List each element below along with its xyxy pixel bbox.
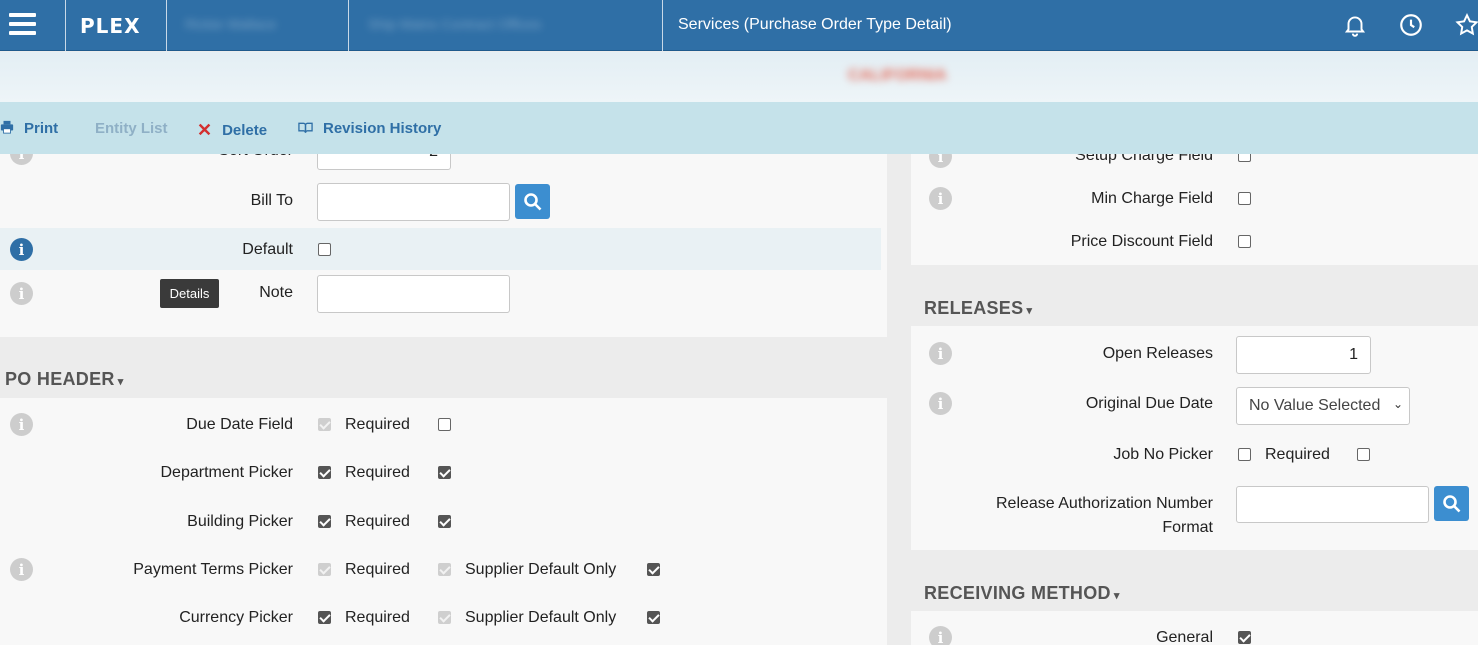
page-title: Services (Purchase Order Type Detail) [678,16,952,33]
search-icon [1442,494,1460,512]
details-tooltip: Details [160,279,219,308]
delete-x-icon: ✕ [197,120,213,140]
po-header-title-text: PO HEADER [5,369,115,389]
entity-list-button[interactable]: Entity List [95,120,168,137]
caret-down-icon: ▾ [1026,305,1033,317]
currency-required-checkbox[interactable] [438,611,451,624]
supplier-default-only-label: Supplier Default Only [465,609,617,626]
release-authorization-input[interactable] [1236,486,1429,523]
info-icon[interactable]: i [929,187,952,210]
min-charge-field-label: Min Charge Field [1091,190,1213,207]
star-icon[interactable] [1452,10,1478,40]
bill-to-label: Bill To [250,192,293,209]
required-label: Required [345,416,410,433]
info-icon[interactable]: i [10,282,33,305]
supplier-default-only-label: Supplier Default Only [465,561,617,578]
department-picker-checkbox[interactable] [318,466,331,479]
required-label: Required [345,513,410,530]
original-due-date-label: Original Due Date [1085,395,1213,412]
job-no-picker-checkbox[interactable] [1238,448,1251,461]
clock-icon[interactable] [1396,10,1426,40]
job-no-picker-label: Job No Picker [1113,446,1213,463]
payment-terms-picker-checkbox[interactable] [318,563,331,576]
currency-picker-label: Currency Picker [179,609,293,626]
payment-terms-required-checkbox[interactable] [438,563,451,576]
required-label: Required [345,609,410,626]
chevron-down-icon: ⌄ [1392,397,1403,411]
releases-title-text: RELEASES [924,298,1024,318]
plex-logo[interactable]: PLEX [80,14,140,38]
department-picker-label: Department Picker [160,464,294,481]
info-icon[interactable]: i [929,342,952,365]
price-discount-field-label: Price Discount Field [1070,233,1213,250]
book-icon [298,121,313,137]
releases-section-title[interactable]: RELEASES ▾ [924,298,1032,319]
general-checkbox[interactable] [1238,631,1251,644]
bill-to-input[interactable] [317,183,510,221]
default-label: Default [242,241,293,258]
bill-to-search-button[interactable] [515,184,550,219]
general-label: General [1156,629,1213,645]
due-date-required-checkbox[interactable] [438,418,451,431]
info-icon[interactable]: i [929,392,952,415]
due-date-field-label: Due Date Field [186,416,293,433]
payment-terms-supplier-default-checkbox[interactable] [647,563,660,576]
entity-list-label: Entity List [95,120,168,137]
job-no-required-checkbox[interactable] [1357,448,1370,461]
department-required-checkbox[interactable] [438,466,451,479]
info-icon[interactable]: i [10,413,33,436]
delete-label: Delete [222,122,268,139]
location-label: CALIFORNIA [848,67,947,84]
user-name[interactable]: Rickie Wallace [185,16,276,32]
original-due-date-value: No Value Selected [1249,397,1381,414]
printer-icon [0,120,14,137]
bell-icon[interactable] [1340,10,1370,40]
required-label: Required [345,464,410,481]
search-icon [523,192,541,210]
release-authorization-label-format: Format [1162,519,1213,536]
price-discount-field-checkbox[interactable] [1238,235,1251,248]
due-date-field-checkbox[interactable] [318,418,331,431]
action-bar: Print Entity List ✕ Delete Revision Hist… [0,102,1478,154]
original-due-date-select[interactable]: No Value Selected ⌄ [1236,387,1410,425]
print-label: Print [24,120,59,137]
required-label: Required [1265,446,1330,463]
building-required-checkbox[interactable] [438,515,451,528]
top-bar: PLEX Rickie Wallace Ship Mains Contract … [0,0,1478,51]
release-authorization-label: Release Authorization Number [995,495,1213,512]
default-checkbox[interactable] [318,243,331,256]
revision-history-button[interactable]: Revision History [298,120,441,137]
info-icon[interactable]: i [10,558,33,581]
receiving-method-section-title[interactable]: RECEIVING METHOD ▾ [924,583,1120,604]
hamburger-menu-icon[interactable] [9,13,36,35]
print-button[interactable]: Print [0,120,58,137]
building-picker-checkbox[interactable] [318,515,331,528]
revision-history-label: Revision History [323,120,442,137]
currency-picker-checkbox[interactable] [318,611,331,624]
currency-supplier-default-checkbox[interactable] [647,611,660,624]
building-picker-label: Building Picker [187,513,293,530]
open-releases-input[interactable]: 1 [1236,336,1371,374]
payment-terms-picker-label: Payment Terms Picker [133,561,293,578]
info-icon[interactable]: i [10,238,33,261]
receiving-method-title-text: RECEIVING METHOD [924,583,1111,603]
release-authorization-search-button[interactable] [1434,486,1469,521]
caret-down-icon: ▾ [1113,590,1120,602]
delete-button[interactable]: ✕ Delete [197,120,267,141]
po-header-section-title[interactable]: PO HEADER ▾ [5,369,124,390]
note-label: Note [259,284,293,301]
min-charge-field-checkbox[interactable] [1238,192,1251,205]
sub-header: CALIFORNIA [0,52,1478,102]
note-input[interactable] [317,275,510,313]
default-row [0,228,881,270]
required-label: Required [345,561,410,578]
open-releases-label: Open Releases [1102,345,1213,362]
info-icon[interactable]: i [929,626,952,645]
caret-down-icon: ▾ [117,376,124,388]
company-name[interactable]: Ship Mains Contract Offices [368,16,541,32]
